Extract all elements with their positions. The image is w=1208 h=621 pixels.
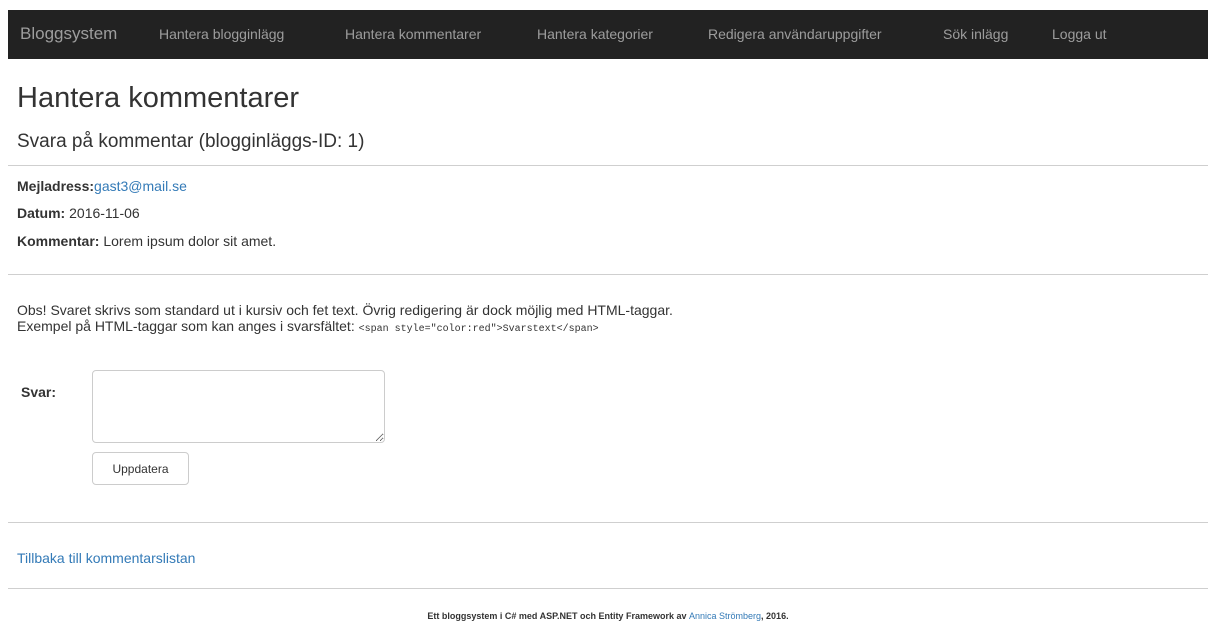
top-navbar: Bloggsystem Hantera blogginlägg Hantera … [8, 10, 1208, 59]
comment-label: Kommentar: [17, 233, 100, 249]
comment-row: Kommentar: Lorem ipsum dolor sit amet. [17, 233, 276, 249]
page-title: Hantera kommentarer [17, 82, 300, 114]
email-row: Mejladress:gast3@mail.se [17, 178, 187, 194]
nav-item-logout[interactable]: Logga ut [1052, 26, 1107, 42]
divider [8, 274, 1208, 275]
note-line-2: Exempel på HTML-taggar som kan anges i s… [17, 318, 599, 335]
divider [8, 165, 1208, 166]
note-line-1: Obs! Svaret skrivs som standard ut i kur… [17, 302, 673, 318]
footer-year: , 2016. [761, 611, 789, 621]
page-subtitle: Svara på kommentar (blogginläggs-ID: 1) [17, 131, 365, 152]
nav-item-search-posts[interactable]: Sök inlägg [943, 26, 1008, 42]
footer-author-link[interactable]: Annica Strömberg [689, 611, 761, 621]
comment-text: Lorem ipsum dolor sit amet. [103, 233, 277, 249]
reply-label: Svar: [21, 384, 57, 400]
footer: Ett bloggsystem i C# med ASP.NET och Ent… [8, 611, 1208, 621]
divider [8, 588, 1208, 589]
date-row: Datum: 2016-11-06 [17, 205, 140, 221]
nav-item-manage-comments[interactable]: Hantera kommentarer [345, 26, 481, 42]
date-value: 2016-11-06 [69, 205, 140, 221]
nav-item-edit-user[interactable]: Redigera användaruppgifter [708, 26, 882, 42]
update-button[interactable]: Uppdatera [92, 452, 189, 485]
footer-text: Ett bloggsystem i C# med ASP.NET och Ent… [427, 611, 687, 621]
email-link[interactable]: gast3@mail.se [94, 178, 187, 194]
reply-textarea[interactable] [92, 370, 385, 443]
navbar-brand[interactable]: Bloggsystem [20, 24, 117, 44]
code-example: <span style="color:red">Svarstext</span> [358, 324, 599, 335]
back-to-comments-link[interactable]: Tillbaka till kommentarslistan [17, 550, 195, 566]
email-label: Mejladress: [17, 178, 95, 194]
nav-item-manage-categories[interactable]: Hantera kategorier [537, 26, 653, 42]
divider [8, 522, 1208, 523]
note-example-label: Exempel på HTML-taggar som kan anges i s… [17, 318, 355, 334]
nav-item-manage-posts[interactable]: Hantera blogginlägg [159, 26, 284, 42]
date-label: Datum: [17, 205, 66, 221]
